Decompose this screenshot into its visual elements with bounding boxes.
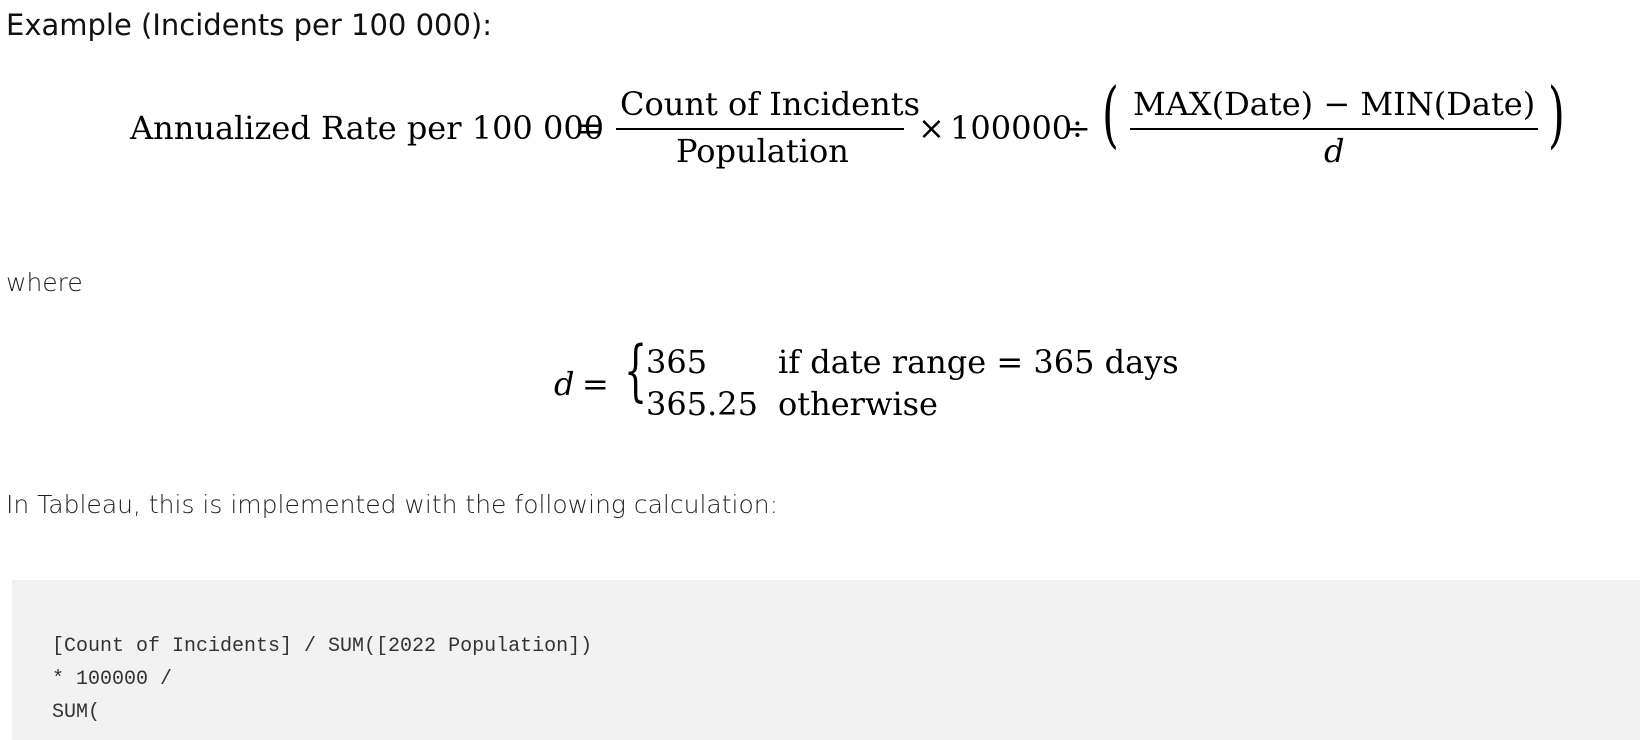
formula-range-numerator: MAX(Date) − MIN(Date): [1133, 85, 1536, 123]
formula-times: ×: [918, 109, 945, 147]
code-block: [Count of Incidents] / SUM([2022 Populat…: [12, 580, 1640, 740]
cases-equals: =: [582, 365, 609, 403]
cases-brace: {: [624, 332, 648, 409]
d-cases-formula: d = { 365 if date range = 365 days 365.2…: [0, 330, 1640, 440]
formula-divide: ÷: [1064, 109, 1091, 147]
cases-lhs: d: [554, 365, 575, 403]
case1-value: 365: [646, 343, 708, 381]
formula-lhs: Annualized Rate per 100 000: [130, 109, 605, 147]
formula-numerator: Count of Incidents: [620, 85, 920, 123]
where-text: where: [6, 268, 83, 297]
formula-equals: =: [575, 109, 602, 147]
case2-condition: otherwise: [778, 385, 938, 423]
case1-condition: if date range = 365 days: [778, 343, 1179, 381]
code-line: [Count of Incidents] / SUM([2022 Populat…: [52, 635, 593, 658]
annualized-rate-formula: Annualized Rate per 100 000 = Count of I…: [0, 0, 1640, 200]
formula-constant: 100000: [950, 109, 1073, 147]
formula-open-paren: (: [1102, 72, 1119, 156]
formula-range-denominator: d: [1324, 132, 1345, 170]
code-line: SUM(: [52, 701, 101, 724]
formula-denominator: Population: [676, 132, 849, 170]
tableau-intro-text: In Tableau, this is implemented with the…: [6, 490, 779, 519]
formula-fraction-bar: [616, 128, 904, 130]
formula-close-paren: ): [1548, 72, 1565, 156]
formula-range-fraction-bar: [1130, 128, 1538, 130]
case2-value: 365.25: [646, 385, 758, 423]
code-line: * 100000 /: [52, 668, 173, 691]
